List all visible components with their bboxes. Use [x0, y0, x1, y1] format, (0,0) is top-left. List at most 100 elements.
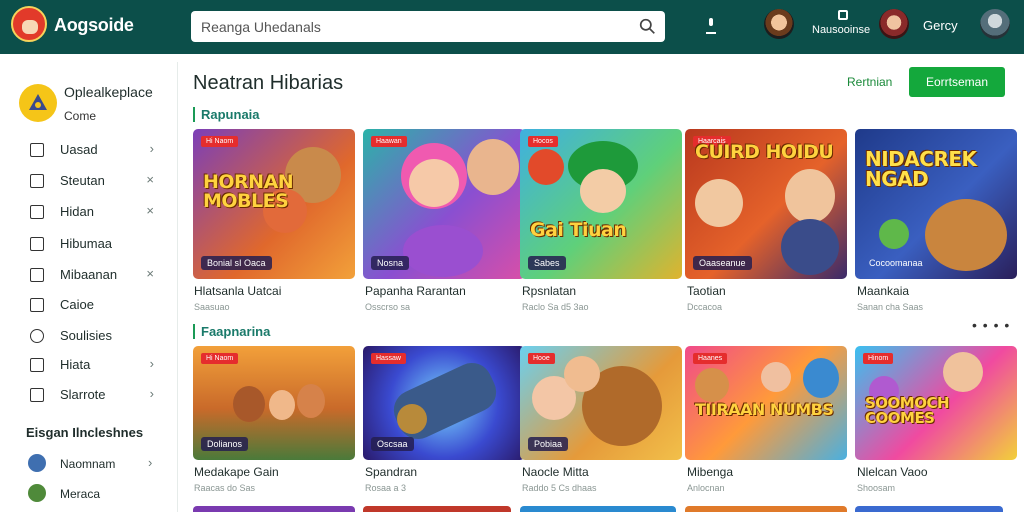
sidebar-item-8[interactable]: Hiata › — [14, 353, 164, 377]
card-title[interactable]: Papanha Rarantan — [365, 284, 466, 298]
sidebar-item-label: Hidan — [60, 204, 94, 219]
card-title[interactable]: Naocle Mitta — [522, 465, 589, 479]
profile-icon[interactable] — [838, 10, 848, 20]
card-subtitle: Anlocnan — [687, 483, 725, 493]
section-item-2-label[interactable]: Meraca — [60, 487, 100, 501]
more-options-icon[interactable]: • • • • — [972, 317, 1010, 333]
card-subtitle: Sanan cha Saas — [857, 302, 924, 312]
card-caption: Oscsaa — [371, 437, 414, 451]
card-title[interactable]: Taotian — [687, 284, 726, 298]
nav-icon — [30, 268, 44, 282]
sidebar-item-4[interactable]: Hibumaa — [14, 232, 164, 256]
game-card[interactable]: Haarcais CUIRD HOIDU Oaaseanue — [685, 129, 847, 279]
game-card[interactable]: Haanes TIIRAAN NUMBS — [685, 346, 847, 460]
card-subtitle: Saasuao — [194, 302, 230, 312]
sidebar-item-label: Hiata — [60, 357, 91, 372]
nav-icon — [30, 329, 44, 343]
sidebar-item-6[interactable]: Caioe — [14, 293, 164, 317]
card-title[interactable]: Nlelcan Vaoo — [857, 465, 928, 479]
row-title-2: Faapnarina — [193, 324, 270, 339]
sidebar-item-label: Soulisies — [60, 328, 113, 343]
game-card-partial[interactable] — [363, 506, 511, 512]
character-art — [528, 149, 564, 185]
card-title[interactable]: Spandran — [365, 465, 417, 479]
user-avatar-2[interactable] — [879, 9, 909, 39]
user-avatar-3[interactable] — [980, 9, 1010, 39]
app-logo[interactable] — [11, 6, 47, 42]
card-badge: Hi Naom — [201, 353, 239, 364]
search-bar — [191, 11, 665, 42]
profile-name: Oplealkeplace — [64, 84, 153, 100]
card-subtitle: Osscrso sa — [365, 302, 411, 312]
search-icon[interactable] — [639, 18, 656, 35]
character-art — [467, 139, 519, 195]
section-avatar-1[interactable] — [28, 454, 46, 472]
sidebar-item-label: Caioe — [60, 297, 94, 312]
chevron-right-icon[interactable]: › — [148, 455, 152, 470]
game-card[interactable]: Hassaw Oscsaa — [363, 346, 525, 460]
nav-icon — [30, 174, 44, 188]
character-art — [403, 225, 483, 277]
nav-icon — [30, 143, 44, 157]
section-avatar-2[interactable] — [28, 484, 46, 502]
card-badge: Hooe — [528, 353, 555, 364]
card-art-title: Gai Tiuan — [530, 219, 627, 241]
notification-icon[interactable] — [703, 15, 719, 39]
nav-icon — [30, 358, 44, 372]
card-title[interactable]: Rpsnlatan — [522, 284, 576, 298]
card-subtitle: Rosaa a 3 — [365, 483, 407, 493]
secondary-link-button[interactable]: Rertnian — [847, 75, 892, 89]
card-title[interactable]: Medakape Gain — [194, 465, 279, 479]
game-card-partial[interactable] — [855, 506, 1003, 512]
card-subtitle: Raacas do Sas — [194, 483, 256, 493]
sidebar-item-7[interactable]: Soulisies — [14, 324, 164, 348]
character-art — [781, 219, 839, 275]
game-card[interactable]: Haawan Nosna — [363, 129, 525, 279]
profile-subtitle: Come — [64, 109, 97, 123]
sidebar-item-3[interactable]: Hidan × — [14, 200, 164, 224]
card-title[interactable]: Mibenga — [687, 465, 733, 479]
chevron-right-icon: › — [149, 141, 154, 156]
card-caption: Pobiaa — [528, 437, 569, 451]
primary-action-button[interactable]: Eorrtseman — [909, 67, 1005, 97]
card-title[interactable]: Maankaia — [857, 284, 909, 298]
chevron-right-icon: › — [149, 386, 154, 401]
game-card[interactable]: Hooe Pobiaa — [520, 346, 682, 460]
profile-avatar[interactable] — [19, 84, 57, 122]
game-card-partial[interactable] — [685, 506, 847, 512]
card-badge: Hinom — [863, 353, 894, 364]
character-art — [785, 169, 835, 223]
sidebar-item-1[interactable]: Uasad › — [14, 138, 164, 162]
game-card[interactable]: Hocos Gai Tiuan Sabes — [520, 129, 682, 279]
user-avatar-1[interactable] — [764, 9, 794, 39]
brand-name: Aogsoide — [54, 15, 134, 35]
character-art — [761, 362, 791, 392]
sidebar-item-5[interactable]: Mibaanan × — [14, 263, 164, 287]
search-input[interactable] — [191, 11, 631, 42]
character-art — [695, 179, 743, 227]
top-bar: Aogsoide Nausooinse Gercy — [0, 0, 1024, 54]
sidebar-item-label: Hibumaa — [60, 236, 113, 251]
blaster-art — [397, 404, 427, 434]
sidebar-item-label: Steutan — [60, 173, 105, 188]
game-card-partial[interactable] — [193, 506, 355, 512]
game-card[interactable]: Hi Naom Dolianos — [193, 346, 355, 460]
game-card[interactable]: Hi Naom HORNAN MOBLES Bonial sI Oaca — [193, 129, 355, 279]
card-art-title: CUIRD HOIDU — [695, 141, 834, 163]
sidebar-item-9[interactable]: Slarrote › — [14, 383, 164, 407]
character-art — [879, 219, 909, 249]
sidebar-item-label: Slarrote — [60, 387, 106, 402]
user-label-1[interactable]: Nausooinse — [812, 24, 870, 36]
character-art — [297, 384, 325, 418]
close-icon: × — [146, 172, 154, 187]
section-item-1-label[interactable]: Naomnam — [60, 457, 115, 471]
game-card[interactable]: NIDACREK NGAD Cocoomanaa — [855, 129, 1017, 279]
card-title[interactable]: Hlatsanla Uatcai — [194, 284, 281, 298]
game-card[interactable]: Hinom SOOMOCH COOMES — [855, 346, 1017, 460]
nav-icon — [30, 205, 44, 219]
sidebar-item-2[interactable]: Steutan × — [14, 169, 164, 193]
sidebar: Oplealkeplace Come Uasad › Steutan × Hid… — [0, 62, 178, 512]
game-card-partial[interactable] — [520, 506, 676, 512]
card-subtitle: Shoosam — [857, 483, 896, 493]
user-label-2[interactable]: Gercy — [923, 18, 958, 33]
